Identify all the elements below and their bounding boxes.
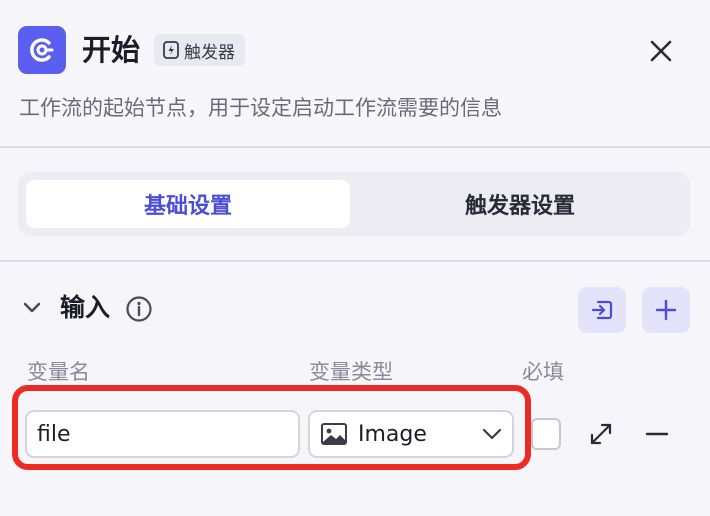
start-node-icon [18, 26, 66, 74]
trigger-tag: 触发器 [154, 34, 245, 66]
chevron-down-icon [23, 302, 41, 313]
tab-trigger-settings[interactable]: 触发器设置 [358, 180, 682, 228]
remove-variable-icon[interactable] [644, 421, 670, 447]
section-divider [0, 260, 710, 262]
collapse-input-section-button[interactable] [20, 296, 44, 320]
input-section-title: 输入 [60, 293, 111, 322]
close-button[interactable] [642, 32, 680, 70]
info-icon[interactable] [125, 295, 153, 323]
import-variable-button[interactable] [578, 287, 626, 333]
lightning-icon [163, 41, 179, 59]
settings-tabs: 基础设置 触发器设置 [18, 172, 690, 236]
close-icon [650, 40, 672, 62]
trigger-tag-label: 触发器 [184, 42, 235, 63]
column-header-variable-type: 变量类型 [309, 360, 393, 384]
tab-basic-settings[interactable]: 基础设置 [26, 180, 350, 228]
start-node-panel: 开始 触发器 工作流的起始节点，用于设定启动工作流需要的信息 基础设置 触发器设… [0, 0, 710, 516]
node-description: 工作流的起始节点，用于设定启动工作流需要的信息 [19, 96, 502, 120]
expand-icon[interactable] [588, 421, 614, 447]
required-checkbox[interactable] [531, 418, 561, 450]
add-variable-button[interactable] [642, 287, 690, 333]
plus-icon [655, 299, 677, 321]
column-header-required: 必填 [522, 360, 564, 384]
import-icon [591, 300, 613, 320]
panel-header: 开始 触发器 工作流的起始节点，用于设定启动工作流需要的信息 [0, 0, 710, 148]
page-title: 开始 [82, 33, 141, 67]
column-header-variable-name: 变量名 [27, 360, 90, 384]
highlight-annotation [12, 385, 531, 470]
